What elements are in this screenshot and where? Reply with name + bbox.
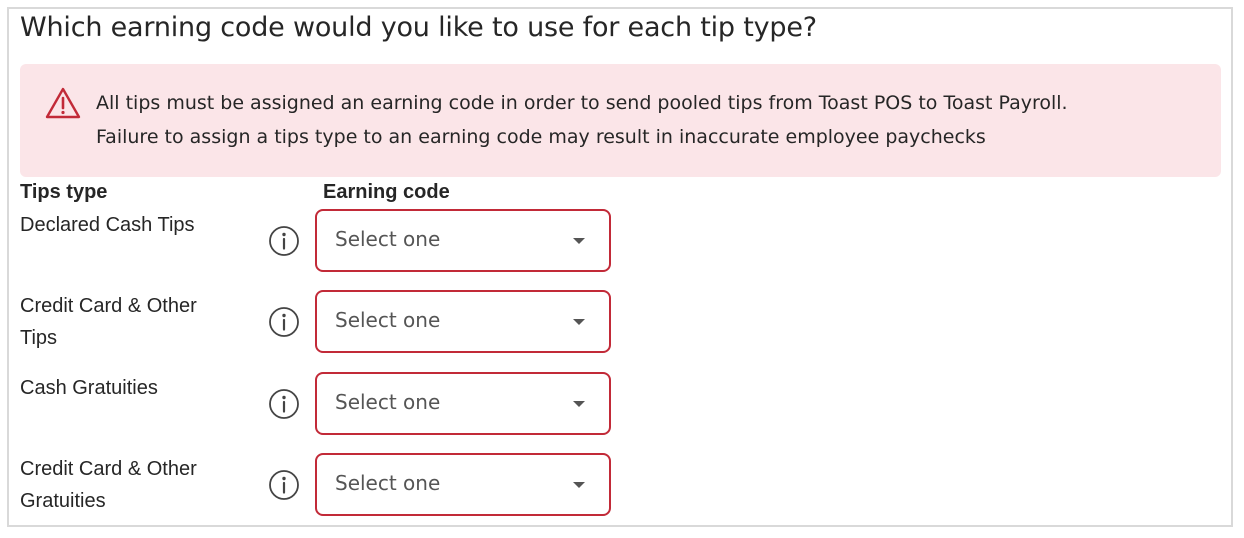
- chevron-down-icon: [573, 238, 585, 244]
- info-icon[interactable]: [268, 388, 300, 420]
- column-header-earning-code: Earning code: [323, 181, 450, 203]
- tip-type-label-declared-cash-tips: Declared Cash Tips: [20, 209, 250, 241]
- info-icon[interactable]: [268, 469, 300, 501]
- earning-code-select-credit-card-other-tips[interactable]: Select one: [315, 290, 611, 353]
- alert-message-line-2: Failure to assign a tips type to an earn…: [96, 126, 986, 148]
- tip-type-label-line: Tips: [20, 327, 58, 349]
- tip-type-label-credit-card-other-tips: Credit Card & Other Tips: [20, 290, 250, 354]
- tip-type-label-cash-gratuities: Cash Gratuities: [20, 372, 250, 404]
- tip-type-label-credit-card-other-gratuities: Credit Card & Other Gratuities: [20, 453, 250, 517]
- tip-type-label-line: Credit Card & Other: [20, 295, 197, 317]
- warning-triangle-icon: [45, 87, 81, 119]
- select-value: Select one: [335, 471, 441, 495]
- tip-type-label-line: Credit Card & Other: [20, 458, 197, 480]
- select-value: Select one: [335, 390, 441, 414]
- info-icon[interactable]: [268, 225, 300, 257]
- earning-code-select-declared-cash-tips[interactable]: Select one: [315, 209, 611, 272]
- error-alert: All tips must be assigned an earning cod…: [20, 64, 1221, 177]
- page-title: Which earning code would you like to use…: [20, 12, 817, 43]
- select-value: Select one: [335, 227, 441, 251]
- earning-code-select-credit-card-other-gratuities[interactable]: Select one: [315, 453, 611, 516]
- select-value: Select one: [335, 308, 441, 332]
- tip-type-label-line: Gratuities: [20, 490, 106, 512]
- tip-type-label-line: Declared Cash Tips: [20, 214, 195, 236]
- chevron-down-icon: [573, 319, 585, 325]
- chevron-down-icon: [573, 482, 585, 488]
- alert-message: All tips must be assigned an earning cod…: [96, 86, 1068, 154]
- earning-code-select-cash-gratuities[interactable]: Select one: [315, 372, 611, 435]
- alert-message-line-1: All tips must be assigned an earning cod…: [96, 92, 1068, 114]
- column-header-tips-type: Tips type: [20, 181, 108, 203]
- tip-type-label-line: Cash Gratuities: [20, 377, 158, 399]
- chevron-down-icon: [573, 401, 585, 407]
- info-icon[interactable]: [268, 306, 300, 338]
